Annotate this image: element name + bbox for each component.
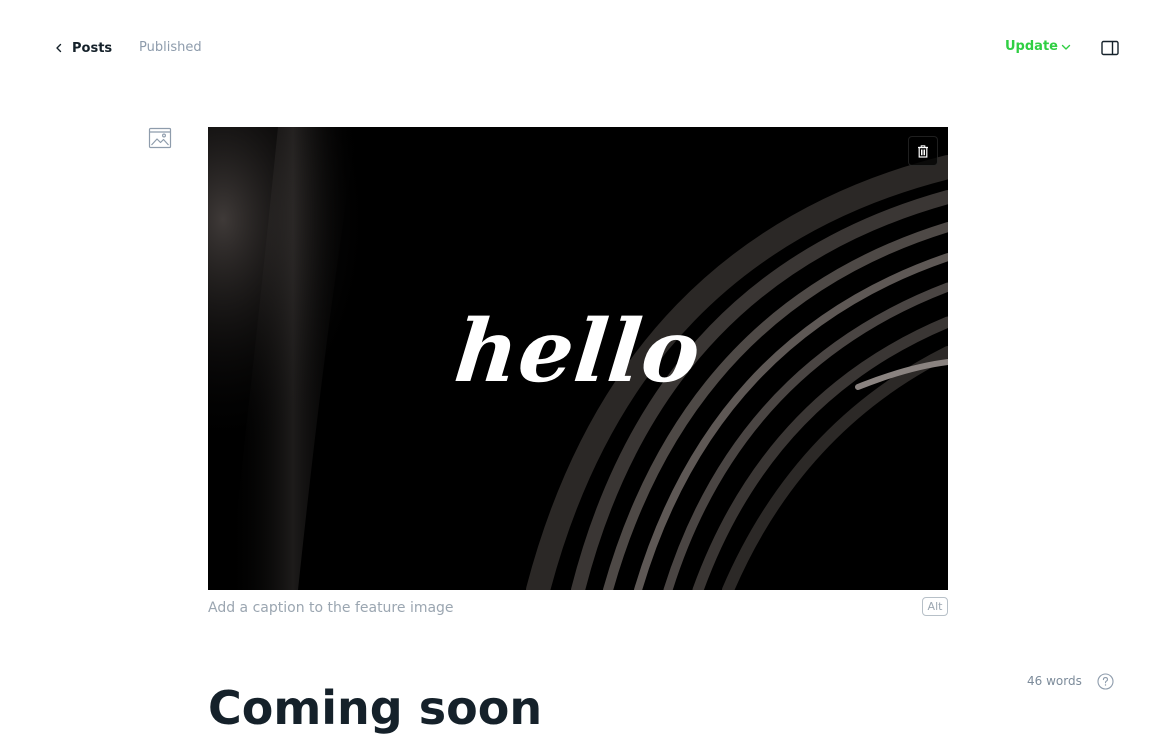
update-button[interactable]: Update <box>1005 39 1071 54</box>
delete-image-button[interactable] <box>908 136 938 166</box>
alt-text-button[interactable]: Alt <box>922 597 948 616</box>
trash-icon <box>918 144 928 158</box>
word-count: 46 words <box>1027 674 1082 688</box>
update-button-label: Update <box>1005 39 1058 54</box>
back-link-label: Posts <box>72 40 113 56</box>
sidebar-toggle-button[interactable] <box>1100 38 1120 58</box>
back-to-posts-link[interactable]: Posts <box>54 38 112 58</box>
feature-image[interactable]: hello <box>208 127 948 590</box>
editor-header: Posts Published Update <box>0 0 1156 96</box>
question-circle-icon <box>1097 673 1114 690</box>
image-icon <box>148 127 172 149</box>
chevron-left-icon <box>56 43 62 53</box>
post-title[interactable]: Coming soon <box>208 678 542 738</box>
chevron-down-icon <box>1061 44 1071 50</box>
post-status: Published <box>139 40 202 55</box>
help-button[interactable] <box>1097 673 1114 690</box>
sidebar-panel-icon <box>1101 40 1119 56</box>
feature-image-caption-input[interactable] <box>208 598 888 618</box>
image-tool-button[interactable] <box>148 126 172 150</box>
feature-image-overlay-text: hello <box>450 301 706 402</box>
